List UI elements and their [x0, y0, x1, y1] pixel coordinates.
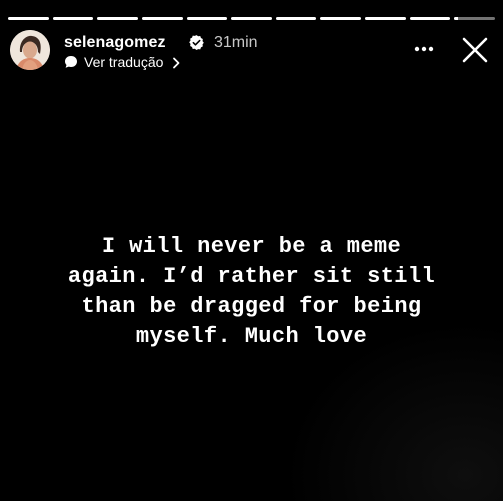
avatar[interactable]: [10, 30, 50, 70]
story-progress-segment: [275, 17, 317, 20]
story-progress-fill: [231, 17, 272, 20]
verified-badge-icon: [188, 34, 205, 51]
more-horizontal-icon: [414, 46, 434, 52]
story-progress-segment: [320, 17, 362, 20]
story-progress-segment: [8, 17, 49, 20]
story-progress-segment: [52, 17, 94, 20]
story-caption-line: than be dragged for being: [81, 294, 422, 319]
story-progress-fill: [141, 17, 183, 20]
story-progress-fill: [454, 17, 459, 20]
story-progress-fill: [365, 17, 406, 20]
story-header: selenagomez 31min Ver tradução: [10, 30, 495, 74]
close-icon: [462, 37, 488, 63]
translate-button[interactable]: Ver tradução: [64, 54, 181, 70]
story-progress-segment: [231, 17, 272, 20]
close-button[interactable]: [461, 36, 489, 64]
chevron-right-icon: [171, 56, 181, 69]
story-progress-segment: [409, 17, 451, 20]
story-progress-fill: [275, 17, 317, 20]
story-progress-fill: [409, 17, 451, 20]
story-progress-segment: [141, 17, 183, 20]
story-progress-segment: [454, 17, 496, 20]
story-progress-fill: [8, 17, 49, 20]
story-progress-fill: [320, 17, 362, 20]
story-caption: I will never be a meme again. I’d rather…: [24, 232, 479, 352]
post-time: 31min: [214, 34, 258, 51]
story-viewer[interactable]: selenagomez 31min Ver tradução I will ne…: [0, 0, 503, 501]
profile-photo-icon: [10, 30, 50, 70]
username[interactable]: selenagomez: [64, 34, 166, 52]
more-options-button[interactable]: [411, 36, 437, 62]
translate-label: Ver tradução: [84, 54, 164, 70]
story-progress-segment: [186, 17, 228, 20]
story-progress-segment: [365, 17, 406, 20]
story-caption-line: myself. Much love: [135, 324, 368, 349]
story-progress-fill: [186, 17, 228, 20]
story-caption-line: I will never be a meme: [101, 234, 402, 259]
story-progress-segment: [97, 17, 138, 20]
story-progress-fill: [97, 17, 138, 20]
translate-bubble-icon: [64, 55, 78, 69]
story-progress-bar: [8, 17, 496, 20]
story-progress-fill: [52, 17, 94, 20]
story-caption-line: again. I’d rather sit still: [67, 264, 436, 289]
